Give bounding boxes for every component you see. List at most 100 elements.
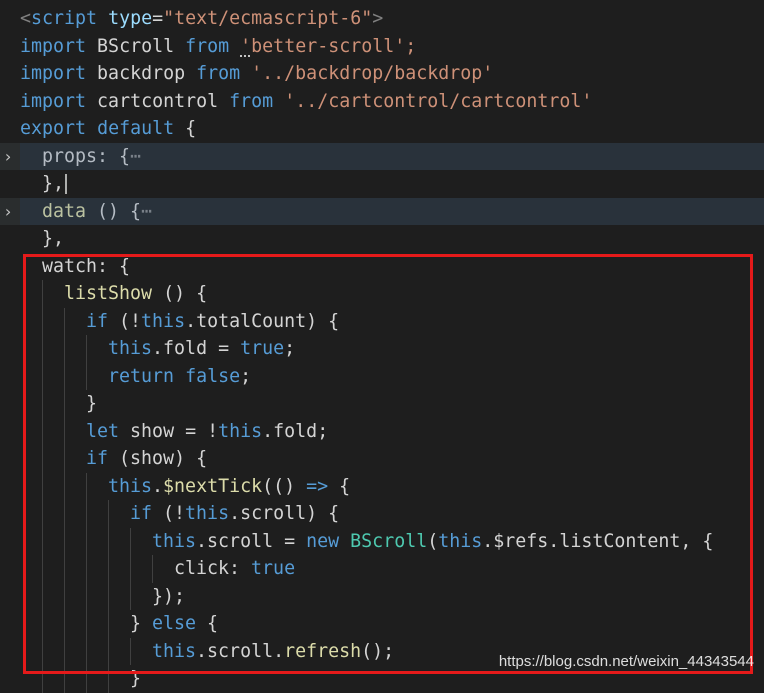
code-text: this.fold = true; [108,335,295,363]
indent-guide [130,555,131,583]
code-text: import BScroll from 'better-scroll'; [20,33,416,61]
code-token: (); [361,640,395,662]
code-line[interactable]: }, [0,225,764,253]
code-line[interactable]: let show = !this.fold; [0,417,764,445]
code-token: ( [427,530,439,552]
code-line[interactable]: if (show) { [0,445,764,473]
indent-guide [42,307,43,335]
code-token: return [108,365,175,387]
code-token: ⋯ [141,200,153,222]
code-token: (! [108,310,142,332]
code-token: : [229,558,252,579]
code-token: } [130,613,153,634]
code-token: } [130,668,142,689]
code-token: . [229,503,241,524]
code-line[interactable]: import BScroll from 'better-scroll'; [0,33,764,61]
indent-guide [64,362,65,390]
code-line[interactable]: } else { [0,610,764,638]
indent-guide [42,280,43,308]
code-line[interactable]: watch: { [0,253,764,281]
indent-guide [64,417,65,445]
code-token: ; [240,365,252,387]
code-token: => [306,475,329,497]
indent-guide [86,665,87,693]
code-token: "text/ecmascript-6" [163,8,373,29]
code-token: import [20,90,87,112]
code-line[interactable]: }, [0,170,764,198]
code-token: from [185,35,230,57]
code-line[interactable]: › data () {⋯ [0,197,764,226]
code-token: better-scroll'; [251,35,417,57]
code-line[interactable]: } [0,390,764,418]
code-text: if (!this.scroll) { [130,500,339,528]
chevron-right-icon[interactable]: › [0,198,16,226]
indent-guide [108,610,109,638]
code-text: } [130,665,141,693]
code-text: }); [152,583,185,611]
code-token: BScroll [350,530,428,552]
code-line[interactable]: if (!this.scroll) { [0,500,764,528]
code-token: export [20,118,87,139]
code-text: import cartcontrol from '../cartcontrol/… [20,88,592,116]
code-text: return false; [108,363,251,391]
code-token: this [108,475,153,497]
code-token: }); [152,585,186,607]
indent-guide [86,335,87,363]
code-token: this [185,503,230,524]
code-token: = [152,8,164,29]
code-editor[interactable]: <script type="text/ecmascript-6"> import … [0,5,764,693]
code-text: listShow () { [64,280,207,308]
indent-guide [64,390,65,418]
code-token: ; [284,338,296,359]
code-token: backdrop [86,63,197,84]
code-line[interactable]: › props: {⋯ [0,142,764,171]
code-token: '../backdrop/backdrop' [251,63,494,84]
code-token: ) { [174,448,208,469]
chevron-right-icon[interactable]: › [0,143,16,171]
code-token: cartcontrol [86,90,230,112]
code-text: }, [42,170,68,198]
indent-guide [86,527,87,555]
indent-guide [64,555,65,583]
code-line[interactable]: listShow () { [0,280,764,308]
code-line[interactable]: click: true [0,555,764,583]
code-token: }, [42,173,65,194]
code-text: } else { [130,610,218,638]
indent-guide [130,637,131,665]
code-line[interactable]: return false; [0,362,764,391]
indent-guide [64,335,65,363]
code-line[interactable]: import backdrop from '../backdrop/backdr… [0,60,764,88]
code-text: } [86,390,97,418]
code-token: () { [86,200,142,222]
code-line[interactable]: this.fold = true; [0,335,764,363]
code-text: data () {⋯ [42,198,152,226]
code-token: if [86,448,109,469]
code-token: watch [42,255,98,277]
code-line[interactable]: <script type="text/ecmascript-6"> [0,5,764,33]
code-text: <script type="text/ecmascript-6"> [20,5,383,33]
code-token: this [152,530,197,552]
code-line[interactable]: }); [0,582,764,611]
code-token: this [218,420,263,442]
code-line[interactable]: import cartcontrol from '../cartcontrol/… [0,88,764,116]
code-token: this [152,640,197,662]
code-text: props: {⋯ [42,143,141,171]
code-line[interactable]: if (!this.totalCount) { [0,307,764,335]
code-line[interactable]: this.scroll = new BScroll(this.$refs.lis… [0,527,764,555]
code-text: watch: { [42,253,130,281]
indent-guide [64,610,65,638]
code-token: = [207,338,241,359]
code-line[interactable]: export default { [0,115,764,143]
indent-guide [42,527,43,555]
code-token: = [273,530,307,552]
code-token: true [240,338,285,359]
code-line[interactable]: this.$nextTick(() => { [0,472,764,500]
code-text: import backdrop from '../backdrop/backdr… [20,60,493,88]
indent-guide [42,582,43,610]
indent-guide [42,637,43,665]
indent-guide [64,665,65,693]
code-token: import [20,63,87,84]
